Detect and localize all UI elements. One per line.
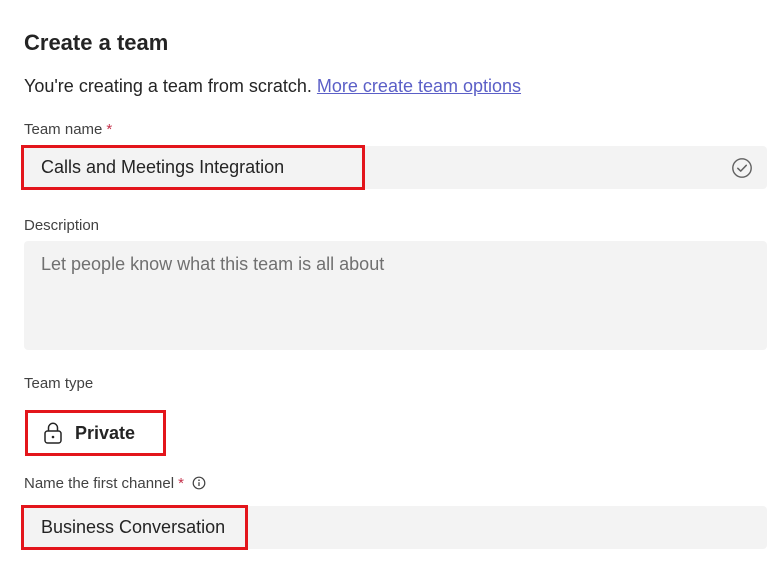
first-channel-label-text: Name the first channel (24, 475, 175, 492)
first-channel-label: Name the first channel * (24, 475, 206, 492)
description-label: Description (24, 217, 100, 234)
first-channel-input[interactable]: Business Conversation (24, 506, 767, 549)
team-name-label-text: Team name (24, 121, 103, 138)
check-circle-icon (732, 158, 752, 178)
team-type-dropdown[interactable]: Private (28, 415, 149, 451)
team-type-selected: Private (75, 422, 136, 443)
lock-icon (44, 422, 62, 444)
more-create-team-options-link[interactable]: More create team options (317, 76, 521, 96)
description-textarea[interactable]: Let people know what this team is all ab… (24, 241, 767, 350)
required-mark: * (178, 475, 184, 492)
first-channel-value: Business Conversation (41, 517, 226, 537)
team-type-label: Team type (24, 375, 94, 392)
intro-text: You're creating a team from scratch. (24, 76, 312, 96)
intro-line: You're creating a team from scratch. Mor… (24, 76, 521, 97)
page-title: Create a team (24, 30, 169, 55)
team-name-input[interactable]: Calls and Meetings Integration (24, 146, 767, 189)
info-icon[interactable] (192, 476, 206, 490)
create-team-dialog: Create a team You're creating a team fro… (0, 0, 780, 567)
required-mark: * (106, 121, 113, 138)
team-name-label: Team name * (24, 121, 112, 138)
team-name-value: Calls and Meetings Integration (41, 157, 285, 177)
description-placeholder: Let people know what this team is all ab… (41, 254, 385, 274)
